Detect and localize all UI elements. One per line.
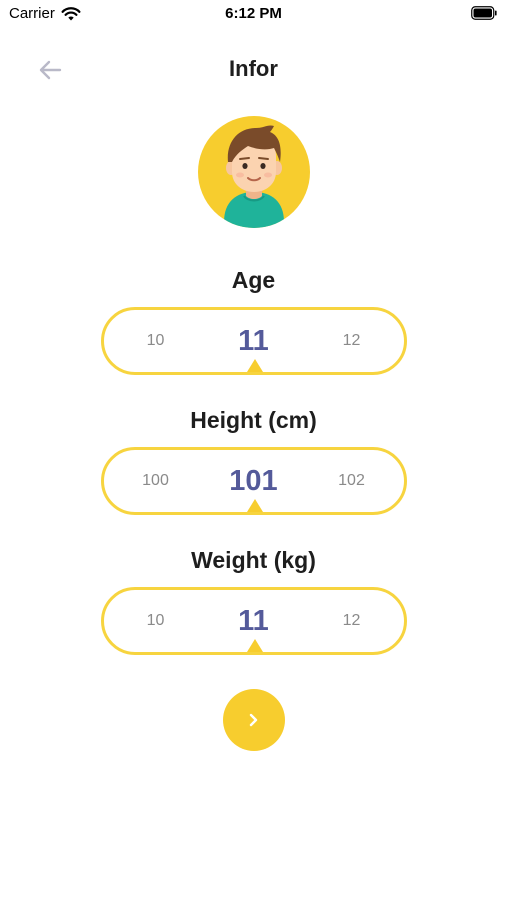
height-label: Height (cm) (190, 407, 317, 433)
header: Infor (0, 50, 507, 90)
weight-section: Weight (kg) 10 11 12 (0, 545, 507, 655)
age-section: Age 10 11 12 (0, 265, 507, 375)
height-section: Height (cm) 100 101 102 (0, 405, 507, 515)
chevron-right-icon (249, 713, 258, 727)
age-pointer-icon (246, 359, 263, 372)
weight-prev-value[interactable]: 10 (124, 590, 188, 652)
height-next-value[interactable]: 102 (320, 450, 384, 512)
avatar (198, 116, 310, 228)
height-pointer-icon (246, 499, 263, 512)
height-prev-value[interactable]: 100 (124, 450, 188, 512)
height-picker[interactable]: 100 101 102 (100, 447, 407, 515)
weight-picker[interactable]: 10 11 12 (100, 587, 407, 655)
info-screen: Carrier 6:12 PM Infor Age 10 11 12 Heigh… (0, 0, 507, 900)
age-next-value[interactable]: 12 (320, 310, 384, 372)
weight-label: Weight (kg) (191, 547, 316, 573)
next-button[interactable] (223, 689, 285, 751)
weight-next-value[interactable]: 12 (320, 590, 384, 652)
battery-icon (471, 6, 497, 20)
status-bar: Carrier 6:12 PM (0, 0, 507, 28)
weight-pointer-icon (246, 639, 263, 652)
age-prev-value[interactable]: 10 (124, 310, 188, 372)
boy-avatar-icon (224, 125, 284, 228)
age-label: Age (231, 267, 276, 293)
status-time: 6:12 PM (225, 5, 282, 22)
age-picker[interactable]: 10 11 12 (100, 307, 407, 375)
page-title: Infor (229, 56, 278, 81)
